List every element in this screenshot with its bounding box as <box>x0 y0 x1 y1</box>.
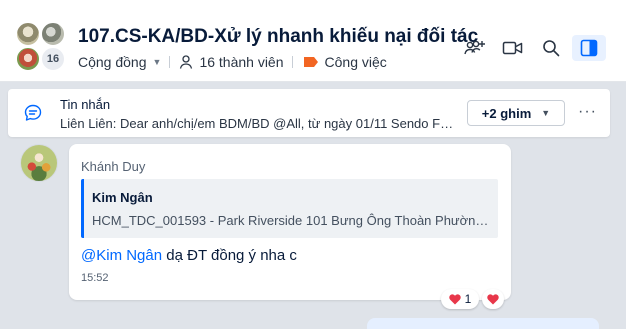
message-bubble[interactable]: Khánh Duy Kim Ngân HCM_TDC_001593 - Park… <box>69 144 511 300</box>
quoted-message[interactable]: Kim Ngân HCM_TDC_001593 - Park Riverside… <box>81 179 498 238</box>
member-avatar <box>16 47 40 71</box>
community-label[interactable]: Cộng đồng <box>78 54 147 70</box>
next-message-bubble[interactable] <box>367 318 599 329</box>
more-options-icon[interactable]: ··· <box>578 103 597 121</box>
conversation-title[interactable]: 107.CS-KA/BD-Xử lý nhanh khiếu nại đối t… <box>78 26 478 48</box>
quoted-sender-name: Kim Ngân <box>92 190 153 205</box>
pinned-messages-bar[interactable]: Tin nhắn Liên Liên: Dear anh/chị/em BDM/… <box>8 89 610 137</box>
heart-icon <box>487 293 499 304</box>
heart-icon <box>448 293 461 304</box>
chevron-down-icon[interactable]: ▼ <box>153 57 162 67</box>
add-member-icon <box>464 40 485 55</box>
member-count-badge: 16 <box>41 47 65 71</box>
search-icon <box>543 40 560 57</box>
header-actions <box>454 35 606 61</box>
chat-bubble-icon <box>24 104 42 121</box>
members-label[interactable]: 16 thành viên <box>199 54 283 70</box>
sender-avatar[interactable] <box>20 144 58 182</box>
more-pins-label: +2 ghim <box>481 105 532 121</box>
quoted-text: HCM_TDC_001593 - Park Riverside 101 Bưng… <box>92 213 492 228</box>
sender-name: Khánh Duy <box>81 159 146 174</box>
search-button[interactable] <box>534 35 568 61</box>
message-text: @Kim Ngân dạ ĐT đồng ý nha c <box>81 247 297 264</box>
member-avatar <box>16 22 40 46</box>
add-reaction-button[interactable] <box>482 289 504 309</box>
video-call-button[interactable] <box>496 35 530 61</box>
mention-link[interactable]: @Kim Ngân <box>81 247 162 264</box>
pinned-preview-text[interactable]: Liên Liên: Dear anh/chị/em BDM/BD @All, … <box>60 116 458 131</box>
scrollbar[interactable] <box>620 82 626 329</box>
conversation-header: 16 107.CS-KA/BD-Xử lý nhanh khiếu nại đố… <box>0 0 626 82</box>
video-call-icon <box>502 41 523 55</box>
divider <box>291 56 293 68</box>
pinned-title: Tin nhắn <box>60 97 111 112</box>
group-avatar[interactable]: 16 <box>16 22 66 72</box>
chevron-down-icon: ▼ <box>541 108 551 118</box>
divider <box>169 56 171 68</box>
more-pins-button[interactable]: +2 ghim ▼ <box>467 100 565 126</box>
member-avatar <box>41 22 65 46</box>
person-icon <box>180 55 193 69</box>
conversation-info-button[interactable] <box>572 35 606 61</box>
reaction-count: 1 <box>464 292 472 306</box>
add-member-button[interactable] <box>458 35 492 61</box>
conversation-info-icon <box>580 39 598 57</box>
message-time: 15:52 <box>81 272 109 284</box>
conversation-meta: Cộng đồng ▼ 16 thành viên Công việc <box>78 54 387 70</box>
tag-label[interactable]: Công việc <box>325 54 387 70</box>
message-body: dạ ĐT đồng ý nha c <box>162 247 297 264</box>
tag-icon <box>303 57 318 67</box>
reaction-summary[interactable]: 1 <box>441 289 479 309</box>
